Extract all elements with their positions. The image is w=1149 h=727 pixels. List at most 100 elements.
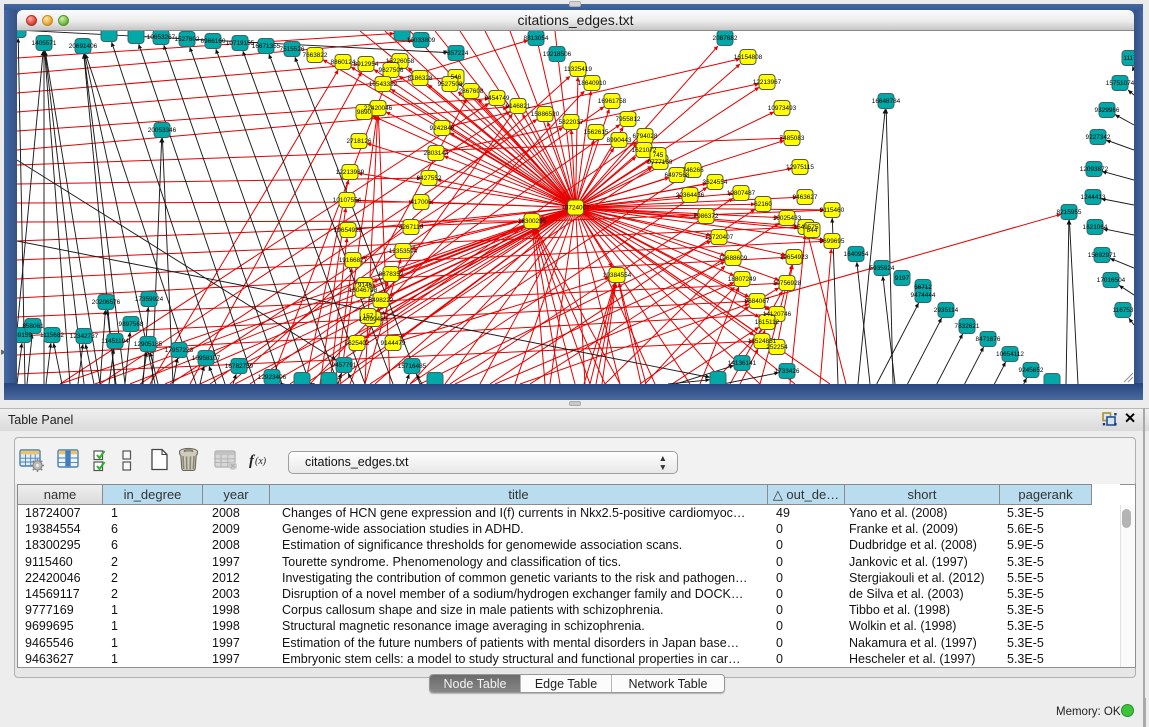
svg-text:1733426: 1733426 [775,368,800,375]
svg-text:10719155: 10719155 [226,40,255,47]
svg-text:10958107: 10958107 [192,355,221,362]
svg-text:9777169: 9777169 [648,159,673,166]
svg-text:9197: 9197 [895,275,910,282]
svg-text:20691406: 20691406 [69,43,98,50]
svg-text:10756928: 10756928 [773,280,802,287]
svg-text:3624554: 3624554 [703,179,728,186]
svg-text:17957223: 17957223 [165,347,194,354]
svg-text:10025433: 10025433 [773,215,802,222]
svg-text:9890: 9890 [357,109,372,116]
svg-text:39159: 39159 [17,332,32,339]
svg-text:8912954: 8912954 [354,61,379,68]
svg-text:15226058: 15226058 [386,58,415,65]
svg-text:157: 157 [363,313,374,320]
svg-text:2935114: 2935114 [934,307,959,314]
svg-text:9474444: 9474444 [911,292,936,299]
svg-text:116753: 116753 [1113,307,1134,314]
svg-text:12923406: 12923406 [258,374,287,381]
svg-text:7485083: 7485083 [780,135,805,142]
svg-text:12213967: 12213967 [753,79,782,86]
svg-text:18640910: 18640910 [578,80,607,87]
svg-text:9329966: 9329966 [1095,107,1120,114]
svg-text:8813054: 8813054 [524,35,549,42]
svg-text:17016504: 17016504 [1097,277,1126,284]
svg-text:8878352: 8878352 [379,271,404,278]
svg-text:9699695: 9699695 [820,238,845,245]
svg-text:9463627: 9463627 [793,194,818,201]
svg-text:16154808: 16154808 [734,54,763,61]
svg-text:7986372: 7986372 [694,213,719,220]
svg-text:10807487: 10807487 [727,190,756,197]
svg-text:10107554: 10107554 [333,197,362,204]
svg-text:844: 844 [807,227,818,234]
svg-text:5822037: 5822037 [559,119,584,126]
svg-text:1405571: 1405571 [32,40,57,47]
svg-text:9245652: 9245652 [1019,367,1044,374]
svg-text:8860124: 8860124 [331,59,356,66]
svg-text:5498222: 5498222 [369,297,394,304]
svg-text:11325419: 11325419 [564,66,592,73]
svg-text:8990443: 8990443 [607,137,632,144]
svg-text:16046798: 16046798 [349,287,378,294]
svg-text:9897568: 9897568 [119,321,144,328]
svg-text:11451194: 11451194 [101,338,129,345]
svg-text:9684067: 9684067 [745,298,770,305]
svg-text:1562615: 1562615 [584,129,609,136]
svg-text:2087682: 2087682 [713,35,738,42]
svg-text:7955812: 7955812 [616,116,641,123]
svg-text:16648784: 16648784 [872,98,901,105]
svg-text:19654923: 19654923 [334,227,363,234]
svg-text:6966160: 6966160 [201,38,226,45]
svg-text:10688609: 10688609 [719,255,748,262]
svg-text:19384554: 19384554 [603,272,632,279]
svg-text:15692971: 15692971 [1088,252,1117,259]
svg-text:15716485: 15716485 [398,363,427,370]
svg-text:9144479: 9144479 [381,340,406,347]
svg-text:2867608: 2867608 [459,88,484,95]
svg-text:6497568: 6497568 [665,172,690,179]
svg-text:7663822: 7663822 [303,52,328,59]
svg-text:10654112: 10654112 [996,351,1024,358]
svg-text:10543382: 10543382 [369,81,398,88]
svg-text:15720407: 15720407 [705,234,734,241]
svg-text:8215955: 8215955 [1057,209,1082,216]
svg-text:546: 546 [451,74,462,81]
svg-text:12905185: 12905185 [134,341,163,348]
svg-text:16671355: 16671355 [252,43,281,50]
svg-text:8186328: 8186328 [408,75,433,82]
svg-text:12342737: 12342737 [70,333,99,340]
svg-text:7857224: 7857224 [444,50,469,57]
svg-text:15751074: 15751074 [1106,80,1134,87]
svg-text:1244413: 1244413 [1081,194,1106,201]
svg-text:62160: 62160 [754,201,772,208]
svg-text:14120746: 14120746 [763,311,792,318]
svg-text:7832621: 7832621 [955,323,980,330]
svg-text:12353594: 12353594 [389,248,418,255]
svg-text:14136141: 14136141 [728,360,757,367]
svg-text:16782759: 16782759 [225,363,254,370]
svg-text:9242848: 9242848 [430,125,455,132]
svg-text:7515526: 7515526 [280,46,305,53]
svg-text:2718126: 2718126 [347,138,372,145]
svg-text:7625402: 7625402 [345,340,370,347]
svg-text:2803144: 2803144 [424,150,449,157]
svg-text:8427552: 8427552 [417,175,442,182]
svg-text:66712: 66712 [914,284,932,291]
svg-text:20206576: 20206576 [92,299,121,306]
svg-text:9146821: 9146821 [506,103,531,110]
svg-text:745: 745 [653,152,664,159]
svg-text:8471676: 8471676 [976,336,1001,343]
svg-text:17359924: 17359924 [135,296,164,303]
svg-text:858061: 858061 [22,323,44,330]
svg-text:19218506: 19218506 [543,51,572,58]
svg-text:9115460: 9115460 [820,207,845,214]
svg-text:4267110: 4267110 [399,224,424,231]
svg-text:9227342: 9227342 [1086,134,1111,141]
svg-text:252254: 252254 [766,344,788,351]
svg-text:417006: 417006 [410,199,432,206]
svg-text:(x): (x) [255,456,267,467]
svg-text:10973493: 10973493 [768,105,797,112]
svg-text:8454749: 8454749 [485,95,510,102]
svg-text:12213989: 12213989 [336,169,365,176]
svg-text:18300295: 18300295 [518,218,547,225]
